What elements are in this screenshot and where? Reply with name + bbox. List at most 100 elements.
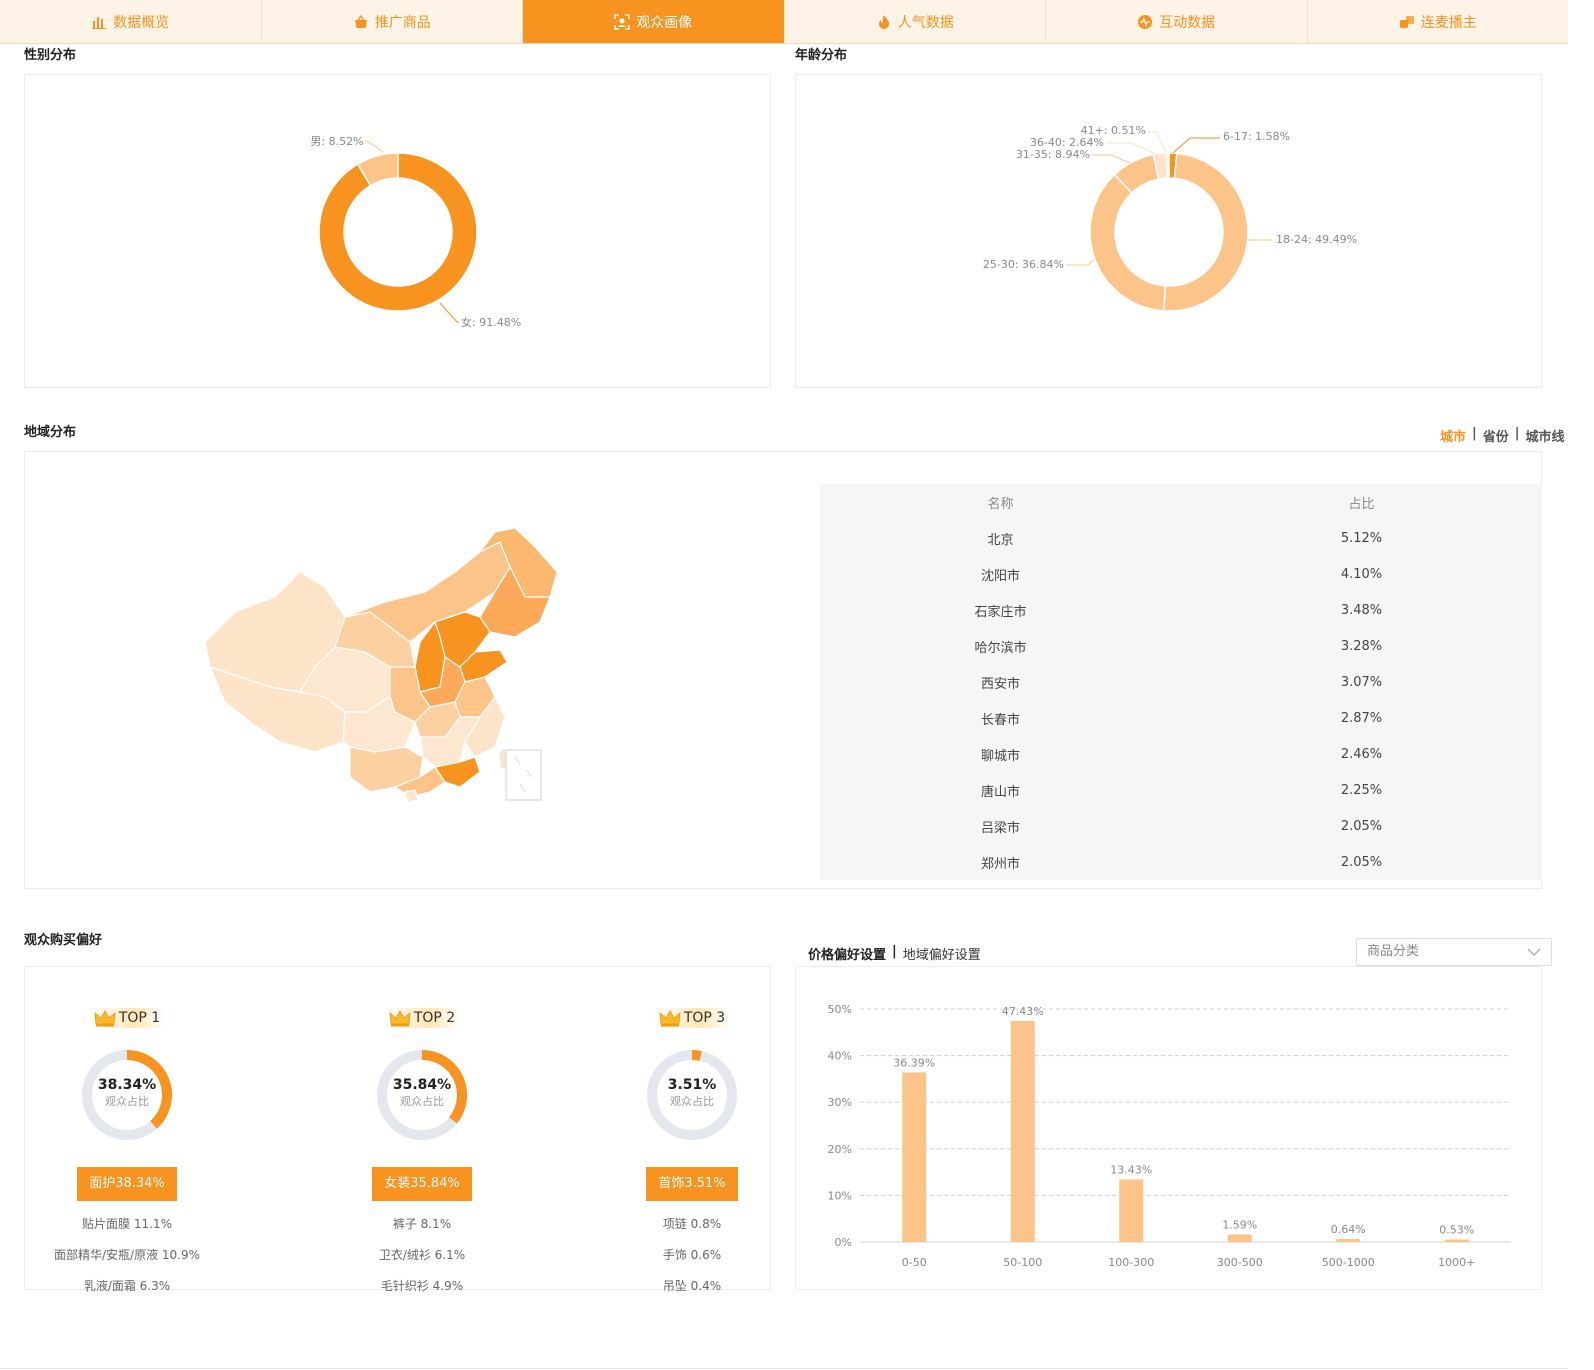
toggle-city-tier[interactable]: 城市线 bbox=[1526, 426, 1565, 445]
share-donut: 35.84% 观众占比 bbox=[372, 1045, 472, 1145]
city-name: 石家庄市 bbox=[974, 604, 1027, 620]
region-ranking-table: 名称 占比 北京 5.12% 沈阳市 4.10% 石家庄市 3.48% 哈尔滨市 3.… bbox=[820, 484, 1542, 880]
bar-value-label: 13.43% bbox=[1110, 1163, 1152, 1176]
y-tick-label: 40% bbox=[828, 1050, 852, 1063]
donut-caption: 观众占比 bbox=[670, 1095, 714, 1108]
face-scan-icon bbox=[614, 13, 630, 30]
tab-audience-profile[interactable]: 观众画像 bbox=[523, 0, 785, 43]
age-label-18-24: 18-24: 49.49% bbox=[1276, 233, 1357, 246]
bar-value-label: 1.59% bbox=[1222, 1219, 1257, 1232]
price-bar[interactable] bbox=[1010, 1020, 1035, 1242]
city-share: 2.87% bbox=[1340, 710, 1383, 726]
title-separator: | bbox=[892, 944, 897, 959]
tab-label: 观众画像 bbox=[636, 14, 693, 31]
shopping-basket-icon bbox=[354, 14, 367, 28]
age-card: 6-17: 1.58% 18-24: 49.49% 25-30: 36.84% … bbox=[795, 74, 1542, 388]
share-donut: 3.51% 观众占比 bbox=[642, 1045, 742, 1145]
table-row: 西安市 3.07% bbox=[820, 664, 1542, 700]
table-row: 北京 5.12% bbox=[820, 520, 1542, 556]
page-bottom-divider bbox=[0, 1368, 1568, 1369]
category-select-placeholder: 商品分类 bbox=[1367, 944, 1420, 959]
y-tick-label: 50% bbox=[828, 1003, 852, 1016]
price-bar[interactable] bbox=[902, 1072, 927, 1242]
crown-icon bbox=[94, 1010, 116, 1027]
table-row: 唐山市 2.25% bbox=[820, 772, 1542, 808]
age-label-25-30: 25-30: 36.84% bbox=[983, 258, 1064, 271]
age-slice-18-24[interactable] bbox=[1162, 152, 1249, 312]
inset-islands bbox=[514, 756, 532, 793]
price-bar[interactable] bbox=[1444, 1239, 1469, 1242]
price-preference-link[interactable]: 价格偏好设置 bbox=[808, 944, 886, 963]
tab-interaction-data[interactable]: 互动数据 bbox=[1046, 0, 1308, 43]
age-leader-36-40 bbox=[1106, 142, 1159, 156]
city-share: 3.48% bbox=[1340, 602, 1383, 618]
preference-item: TOP 3 3.51% 观众占比 首饰3.51% 项链 0.8% 手饰 0.6% 吊… bbox=[582, 1008, 802, 1294]
y-tick-label: 10% bbox=[828, 1189, 852, 1202]
toggle-city[interactable]: 城市 bbox=[1440, 426, 1466, 445]
map-region-hainan[interactable] bbox=[404, 789, 419, 803]
city-share: 5.12% bbox=[1340, 530, 1383, 546]
age-slice-41-plus[interactable] bbox=[1165, 152, 1170, 179]
tab-linked-streamers[interactable]: 连麦播主 bbox=[1308, 0, 1569, 43]
rank-label: TOP 3 bbox=[683, 1010, 726, 1026]
category-button[interactable]: 面护38.34% bbox=[77, 1167, 177, 1201]
china-heat-map bbox=[204, 527, 558, 803]
gender-card: 男: 8.52% 女: 91.48% bbox=[24, 74, 771, 388]
page-right-edge bbox=[1568, 0, 1594, 1370]
age-section-title: 年龄分布 bbox=[795, 48, 848, 63]
x-tick-label: 100-300 bbox=[1108, 1256, 1154, 1269]
subcategory-item: 毛针织衫 4.9% bbox=[380, 1279, 464, 1293]
city-name: 沈阳市 bbox=[980, 568, 1020, 584]
bar-value-label: 36.39% bbox=[893, 1056, 935, 1069]
table-row: 石家庄市 3.48% bbox=[820, 592, 1542, 628]
age-leader-41-plus bbox=[1148, 131, 1168, 154]
table-row: 郑州市 2.05% bbox=[820, 844, 1542, 880]
category-button[interactable]: 首饰3.51% bbox=[646, 1167, 738, 1201]
crown-icon bbox=[389, 1010, 411, 1027]
tab-popularity-data[interactable]: 人气数据 bbox=[785, 0, 1046, 43]
price-bar[interactable] bbox=[1227, 1234, 1252, 1242]
toggle-province[interactable]: 省份 bbox=[1483, 426, 1509, 445]
region-preference-link[interactable]: 地域偏好设置 bbox=[903, 944, 981, 963]
city-share: 3.28% bbox=[1340, 638, 1383, 654]
donut-percent: 3.51% bbox=[667, 1077, 717, 1093]
table-header-name: 名称 bbox=[987, 496, 1014, 512]
rank-badge: TOP 1 bbox=[87, 1008, 167, 1028]
x-tick-label: 300-500 bbox=[1217, 1256, 1263, 1269]
donut-caption: 观众占比 bbox=[400, 1095, 444, 1108]
tab-data-overview[interactable]: 数据概览 bbox=[0, 0, 262, 43]
preference-item: TOP 2 35.84% 观众占比 女装35.84% 裤子 8.1% 卫衣/绒衫 … bbox=[312, 1008, 532, 1294]
y-tick-label: 30% bbox=[828, 1096, 852, 1109]
chevron-down-icon bbox=[1527, 948, 1541, 956]
donut-caption: 观众占比 bbox=[105, 1095, 149, 1108]
bar-value-label: 0.64% bbox=[1331, 1223, 1366, 1236]
subcategory-item: 乳液/面霜 6.3% bbox=[83, 1279, 171, 1293]
pulse-icon bbox=[1138, 14, 1153, 29]
table-row: 沈阳市 4.10% bbox=[820, 556, 1542, 592]
subcategory-item: 贴片面膜 11.1% bbox=[82, 1217, 172, 1231]
gender-donut-chart: 男: 8.52% 女: 91.48% bbox=[310, 135, 521, 329]
tab-label: 互动数据 bbox=[1159, 14, 1216, 31]
tab-promoted-products[interactable]: 推广商品 bbox=[262, 0, 523, 43]
table-row: 哈尔滨市 3.28% bbox=[820, 628, 1542, 664]
city-share: 2.05% bbox=[1340, 854, 1383, 870]
gender-leader-male bbox=[365, 140, 384, 153]
y-tick-label: 0% bbox=[835, 1236, 852, 1249]
donut-center-text: 35.84% 观众占比 bbox=[372, 1077, 472, 1109]
share-donut: 38.34% 观众占比 bbox=[77, 1045, 177, 1145]
city-share: 2.46% bbox=[1340, 746, 1383, 762]
price-bar[interactable] bbox=[1336, 1239, 1361, 1242]
toggle-separator: | bbox=[1472, 426, 1477, 441]
table-header-row: 名称 占比 bbox=[820, 484, 1542, 520]
age-donut-chart: 6-17: 1.58% 18-24: 49.49% 25-30: 36.84% … bbox=[983, 124, 1357, 312]
age-slice-25-30[interactable] bbox=[1089, 173, 1167, 312]
price-chart-card: 0% 10% 20% 30% 40% 50% 36.39% 0-50 47.43% 50-100 1… bbox=[795, 966, 1542, 1290]
category-button[interactable]: 女装35.84% bbox=[372, 1167, 472, 1201]
city-name: 郑州市 bbox=[980, 856, 1020, 872]
price-bar[interactable] bbox=[1119, 1179, 1144, 1242]
city-share: 4.10% bbox=[1340, 566, 1383, 582]
rank-badge: TOP 3 bbox=[652, 1008, 732, 1028]
category-select[interactable]: 商品分类 bbox=[1356, 938, 1552, 966]
preference-section-title: 观众购买偏好 bbox=[24, 933, 103, 948]
bar-chart-icon bbox=[92, 16, 107, 29]
